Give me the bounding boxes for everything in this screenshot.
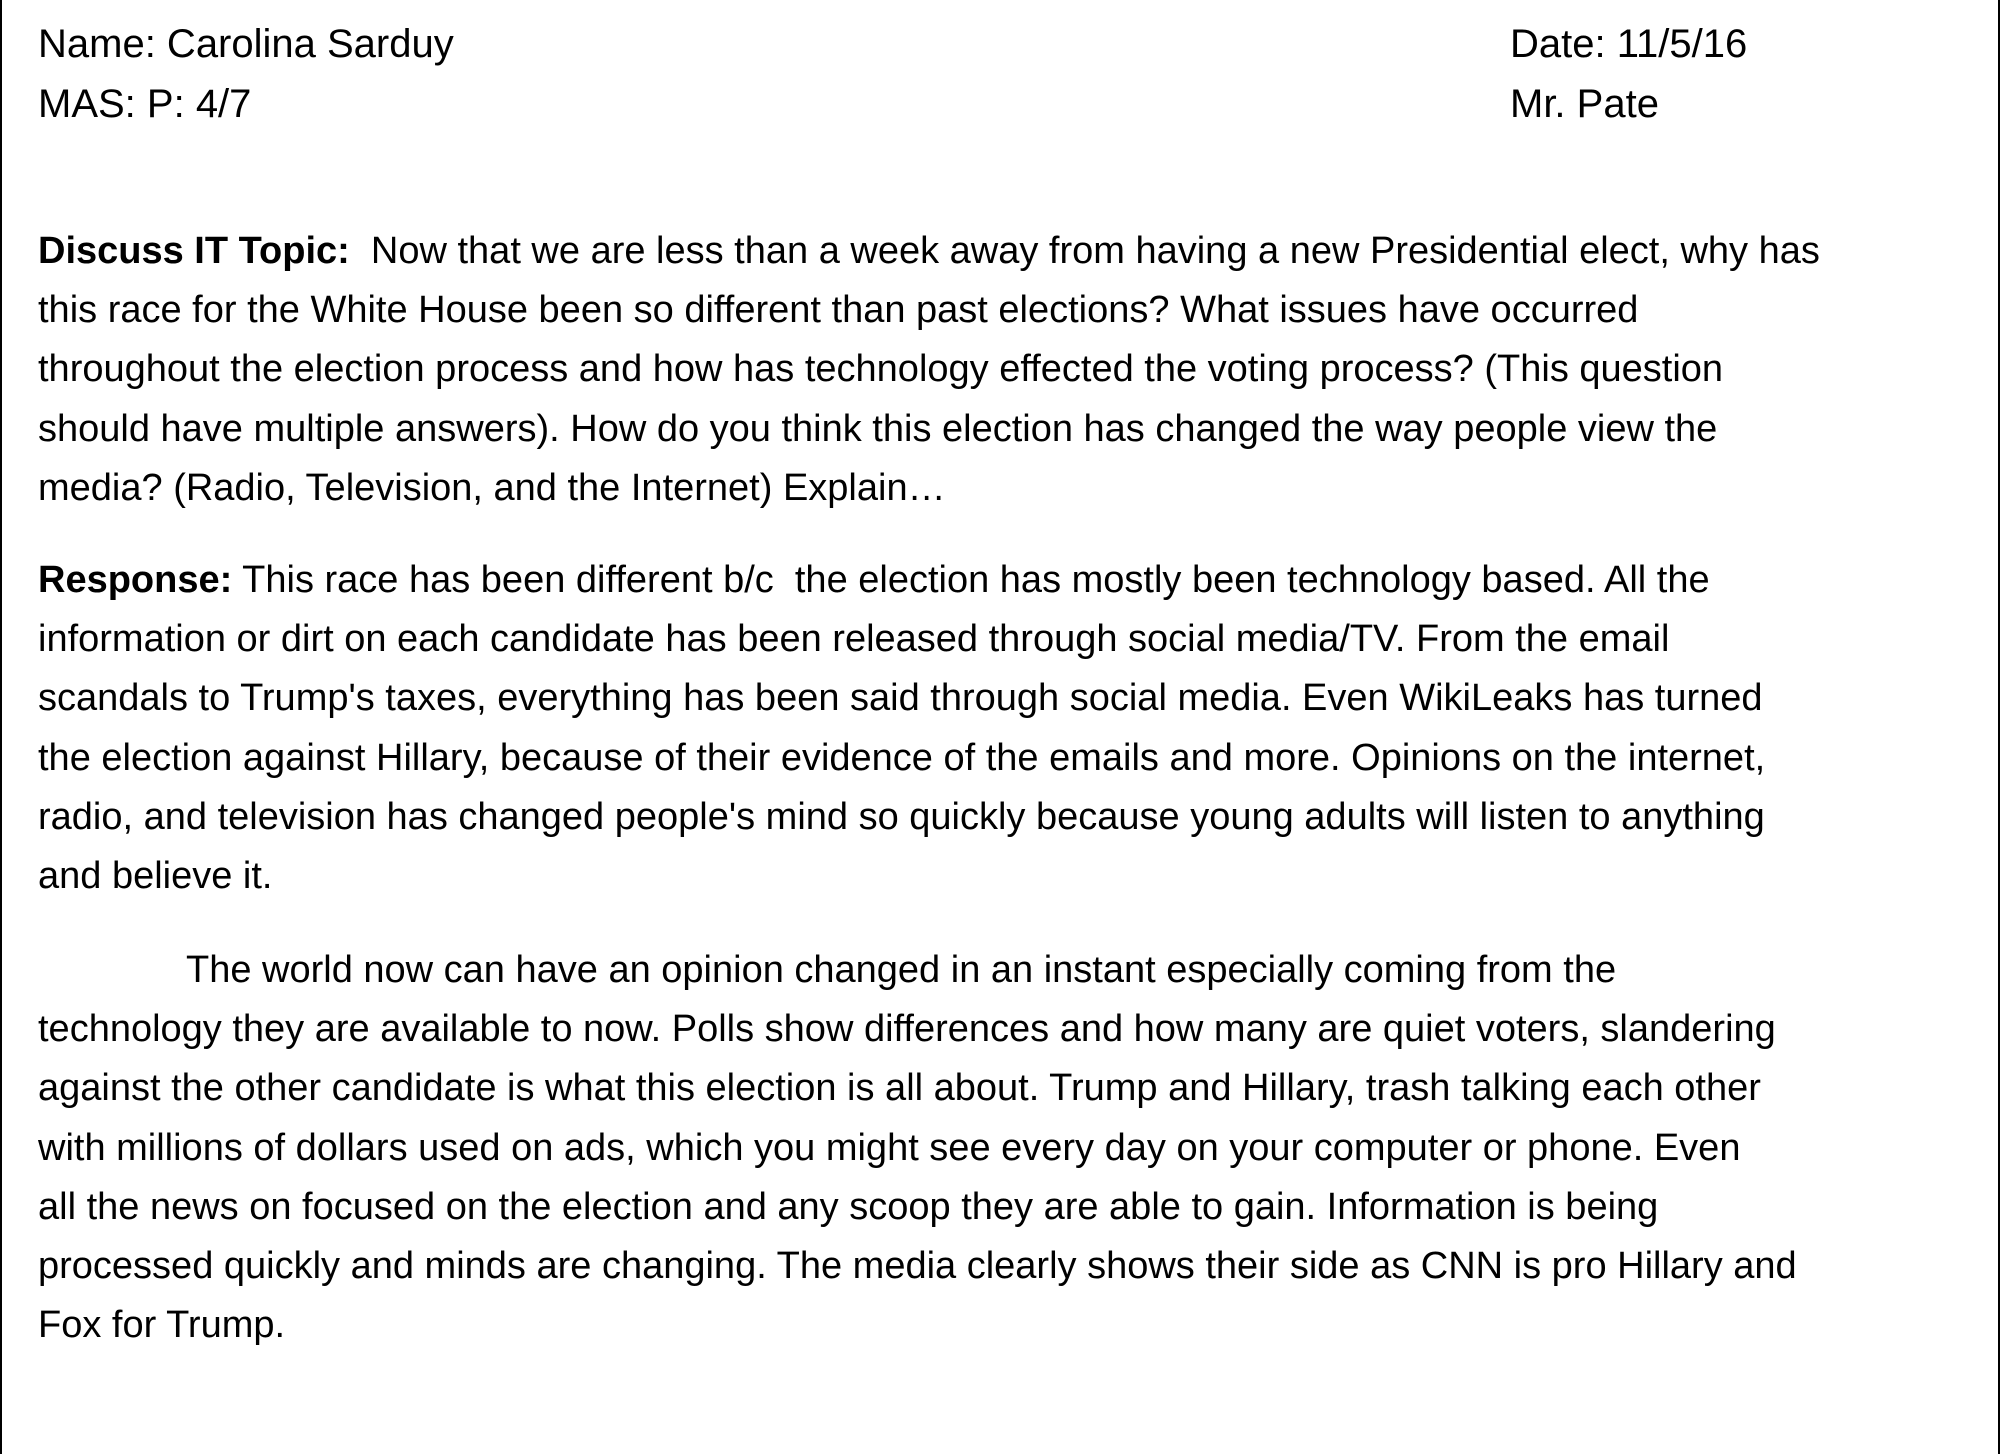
topic-line-text: Now that we are less than a week away fr… xyxy=(349,230,1820,272)
class-period: MAS: P: 4/7 xyxy=(38,82,252,126)
paragraph-line: the election against Hillary, because of… xyxy=(38,736,1766,779)
discussion-topic-paragraph: Discuss IT Topic: Now that we are less t… xyxy=(38,222,1938,518)
response-line-text: This race has been different b/c the ele… xyxy=(232,559,1710,601)
paragraph-line: information or dirt on each candidate ha… xyxy=(38,618,1670,661)
paragraph-line: Discuss IT Topic: Now that we are less t… xyxy=(38,222,1938,281)
paragraph-line: all the news on focused on the election … xyxy=(38,1185,1659,1228)
paragraph-line: and believe it. xyxy=(38,855,273,898)
paragraph-line: technology they are available to now. Po… xyxy=(38,1008,1776,1051)
response-label: Response: xyxy=(38,559,233,601)
paragraph-line: Response: This race has been different b… xyxy=(38,551,1938,610)
body-paragraph: The world now can have an opinion change… xyxy=(38,941,1938,1355)
paragraph-line: against the other candidate is what this… xyxy=(38,1067,1761,1110)
paragraph-line: The world now can have an opinion change… xyxy=(38,941,1938,1000)
paragraph-line: this race for the White House been so di… xyxy=(38,289,1639,332)
body-line-text: The world now can have an opinion change… xyxy=(186,949,1617,991)
paragraph-line: should have multiple answers). How do yo… xyxy=(38,407,1718,450)
topic-label: Discuss IT Topic: xyxy=(38,230,350,272)
paragraph-line: Fox for Trump. xyxy=(38,1304,286,1347)
paragraph-line: media? (Radio, Television, and the Inter… xyxy=(38,466,946,509)
paragraph-line: radio, and television has changed people… xyxy=(38,795,1765,838)
assignment-date: Date: 11/5/16 xyxy=(1510,22,1748,66)
date-teacher-info: Date: 11/5/16 Mr. Pate xyxy=(1510,14,1747,134)
teacher-name: Mr. Pate xyxy=(1510,82,1659,126)
response-paragraph: Response: This race has been different b… xyxy=(38,551,1938,906)
paragraph-line: throughout the election process and how … xyxy=(38,348,1724,391)
paragraph-line: processed quickly and minds are changing… xyxy=(38,1245,1797,1288)
document-page: Name: Carolina Sarduy MAS: P: 4/7 Date: … xyxy=(0,0,2000,1454)
student-name: Name: Carolina Sarduy xyxy=(38,22,454,66)
student-info: Name: Carolina Sarduy MAS: P: 4/7 xyxy=(38,14,454,134)
paragraph-line: scandals to Trump's taxes, everything ha… xyxy=(38,677,1763,720)
paragraph-line: with millions of dollars used on ads, wh… xyxy=(38,1126,1741,1169)
